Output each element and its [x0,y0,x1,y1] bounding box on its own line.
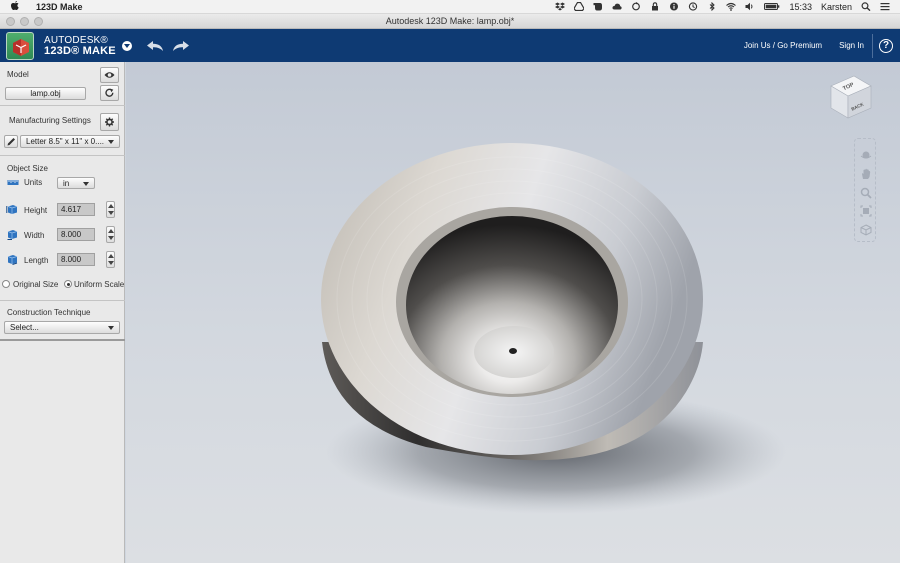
window-title: Autodesk 123D Make: lamp.obj* [385,16,515,26]
height-input[interactable]: 4.617 [57,203,95,216]
model-section: Model lamp.obj [0,62,125,106]
brand-line-product: 123D® MAKE [44,44,116,57]
refresh-model-button[interactable] [100,85,119,101]
construction-technique-select[interactable]: Select... [4,321,120,334]
brand-line-autodesk: AUTODESK® [44,34,108,46]
units-ruler-icon [7,177,19,188]
app-header: AUTODESK® 123D® MAKE Join Us / Go Premiu… [0,29,900,62]
model-bowl-render[interactable] [126,62,900,563]
bowl-center-hole [509,348,517,354]
width-cube-icon [6,229,18,240]
menubar-user[interactable]: Karsten [821,2,852,12]
brand-name: AUTODESK® 123D® MAKE [44,34,116,57]
sync-icon[interactable] [631,2,641,11]
drive-icon[interactable] [574,2,585,11]
units-select[interactable]: in [57,177,95,189]
manufacturing-label: Manufacturing Settings [9,116,91,125]
undo-icon[interactable] [146,40,164,52]
length-label: Length [24,256,49,265]
height-stepper[interactable] [106,201,115,218]
macos-menubar: 123D Make 15:33 Karsten [0,0,900,14]
app-menu-name[interactable]: 123D Make [36,2,83,12]
zoom-window-button[interactable] [34,17,43,26]
original-size-radio[interactable] [2,280,10,288]
height-cube-icon [6,204,18,215]
height-label: Height [24,206,48,215]
fit-icon[interactable] [860,205,872,217]
help-button[interactable]: ? [879,38,893,53]
lock-icon[interactable] [650,2,660,11]
settings-panel: Model lamp.obj Manufacturing Settings Le… [0,62,125,563]
width-label: Width [24,231,45,240]
width-stepper[interactable] [106,226,115,243]
sign-in-link[interactable]: Sign In [839,41,864,50]
uniform-scale-label: Uniform Scale [74,280,125,289]
uniform-scale-radio[interactable] [64,280,72,288]
menubar-clock[interactable]: 15:33 [789,2,812,12]
status-icons: 15:33 Karsten [555,2,900,12]
length-input[interactable]: 8.000 [57,253,95,266]
evernote-icon[interactable] [593,2,603,11]
pencil-icon [7,137,15,145]
app-menu-dropdown-icon[interactable] [121,40,132,51]
battery-icon [764,2,780,11]
eye-icon [104,72,115,78]
time-machine-icon[interactable] [688,2,698,11]
bluetooth-icon[interactable] [707,2,717,11]
close-window-button[interactable] [6,17,15,26]
cloud-icon[interactable] [612,2,623,11]
app-logo-icon [6,31,34,60]
toggle-visibility-button[interactable] [100,67,119,83]
zoom-icon[interactable] [860,187,872,199]
volume-icon[interactable] [745,2,755,11]
3d-viewport[interactable]: TOP BACK [126,62,900,563]
manufacturing-settings-button[interactable] [100,113,119,131]
join-premium-link[interactable]: Join Us / Go Premium [744,41,822,50]
dropbox-icon[interactable] [555,2,566,11]
refresh-icon [105,88,114,97]
window-titlebar: Autodesk 123D Make: lamp.obj* [0,14,900,29]
construction-label: Construction Technique [7,308,91,317]
gear-icon [105,117,114,127]
manufacturing-section: Manufacturing Settings Letter 8.5" x 11"… [0,106,125,156]
model-label: Model [7,70,29,79]
wifi-icon[interactable] [726,2,737,11]
model-file-button[interactable]: lamp.obj [5,87,86,100]
original-size-label: Original Size [13,280,59,289]
width-input[interactable]: 8.000 [57,228,95,241]
view-cube-icon[interactable] [860,224,872,236]
length-cube-icon [6,254,18,265]
account-links: Join Us / Go Premium Sign In ? [744,33,900,58]
orbit-icon[interactable] [860,149,872,161]
object-size-section: Object Size Units in Height 4.617 Width … [0,156,125,301]
window-controls [6,17,43,26]
object-size-label: Object Size [7,164,48,173]
sheet-size-select[interactable]: Letter 8.5" x 11" x 0.... [20,135,120,148]
construction-section: Construction Technique Select... [0,301,125,341]
search-icon[interactable] [861,2,871,11]
edit-sheet-button[interactable] [4,135,18,148]
apple-menu-icon[interactable] [10,0,22,14]
pan-hand-icon[interactable] [860,168,872,180]
header-divider [872,33,873,58]
length-stepper[interactable] [106,251,115,268]
menu-list-icon[interactable] [880,2,890,11]
view-cube[interactable]: TOP BACK [826,72,876,122]
info-icon[interactable] [669,2,679,11]
minimize-window-button[interactable] [20,17,29,26]
redo-icon[interactable] [172,40,190,52]
units-label: Units [24,178,43,187]
navigation-bar [854,138,876,242]
